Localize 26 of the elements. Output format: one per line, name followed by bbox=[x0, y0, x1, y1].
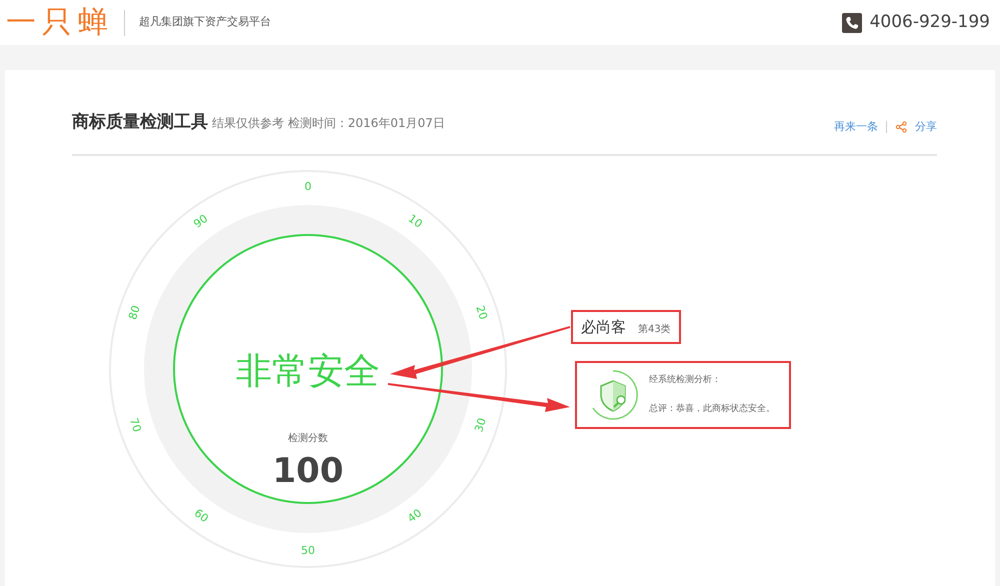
trademark-name: 必尚客 bbox=[581, 316, 626, 338]
tick-label: 0 bbox=[304, 180, 312, 193]
tagline: 超凡集团旗下资产交易平台 bbox=[139, 14, 271, 30]
tick-label: 20 bbox=[473, 303, 490, 321]
tick-label: 60 bbox=[192, 506, 211, 525]
share-icon[interactable] bbox=[895, 121, 907, 134]
score-label: 检测分数 bbox=[288, 432, 328, 444]
tick-label: 40 bbox=[405, 506, 424, 525]
tick-label: 30 bbox=[472, 416, 489, 434]
page-title: 商标质量检测工具 bbox=[72, 111, 208, 134]
analysis-summary: 总评：恭喜，此商标状态安全。 bbox=[649, 403, 775, 416]
verdict-text: 非常安全 bbox=[236, 350, 380, 392]
tick-label: 10 bbox=[406, 211, 425, 230]
logo[interactable]: 一只蝉 bbox=[6, 8, 114, 38]
check-note: 结果仅供参考 检测时间：2016年01月07日 bbox=[212, 115, 445, 132]
analysis-heading: 经系统检测分析： bbox=[649, 374, 722, 386]
tick-label: 80 bbox=[126, 303, 143, 321]
share-link[interactable]: 分享 bbox=[915, 119, 937, 136]
phone-number: 4006-929-199 bbox=[870, 10, 990, 34]
tick-label: 90 bbox=[191, 211, 210, 230]
trademark-class: 第43类 bbox=[638, 322, 671, 336]
phone-icon bbox=[842, 12, 862, 32]
retry-link[interactable]: 再来一条 bbox=[834, 119, 878, 136]
score-value: 100 bbox=[272, 450, 344, 490]
tick-label: 70 bbox=[127, 416, 144, 434]
tick-label: 50 bbox=[301, 544, 315, 557]
